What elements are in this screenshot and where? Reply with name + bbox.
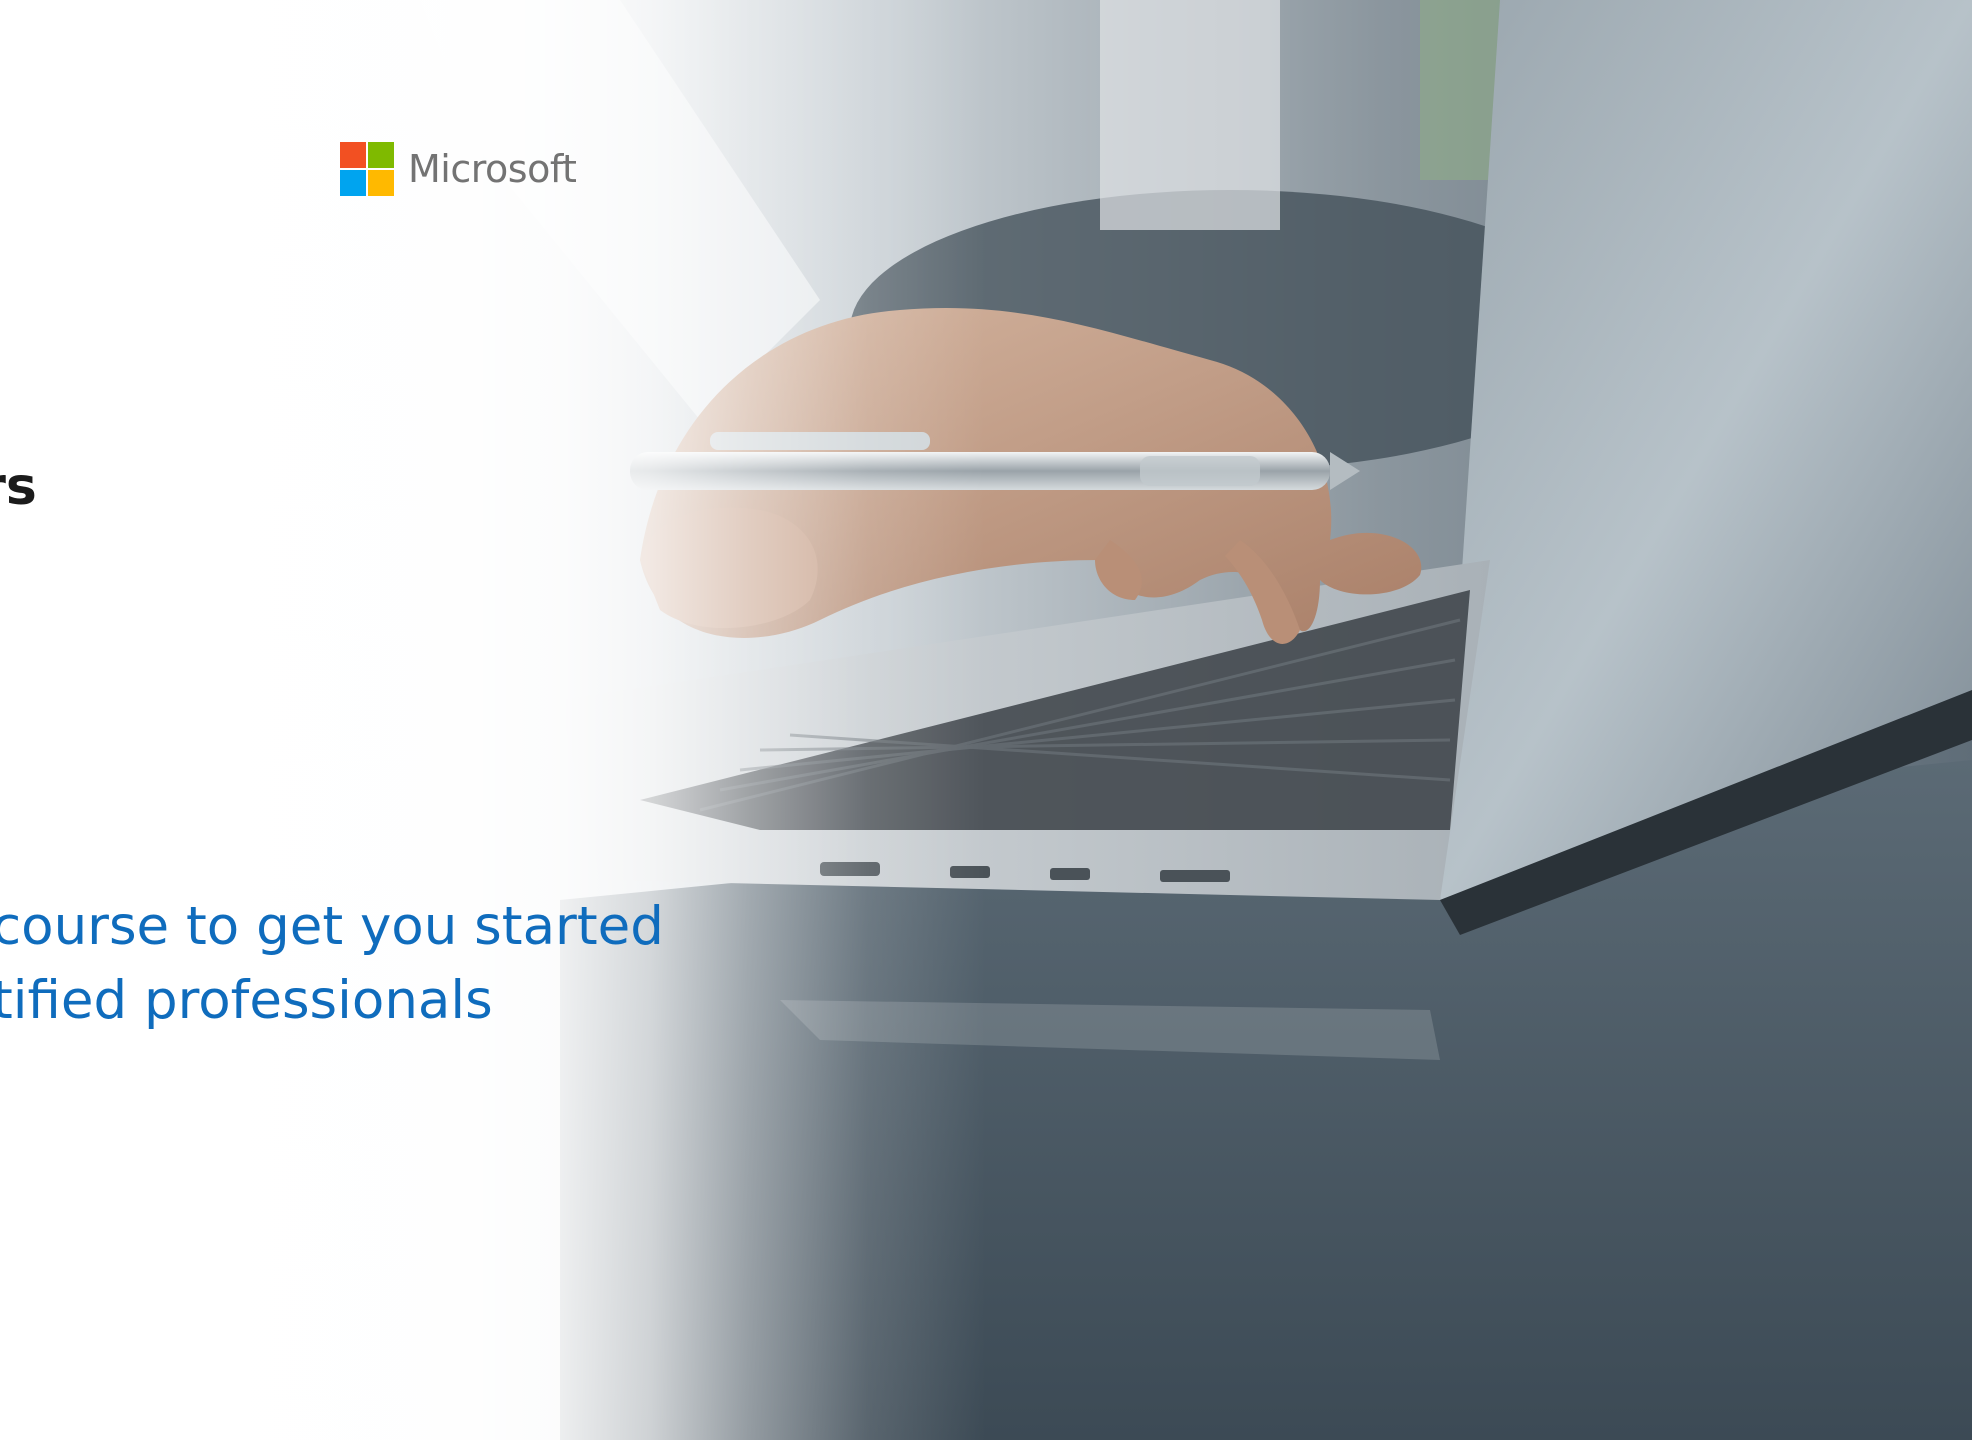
microsoft-windows-icon xyxy=(340,142,394,196)
microsoft-logo: Microsoft xyxy=(340,142,577,196)
logo-square-blue xyxy=(340,170,366,196)
subtitle-line-1: course to get you started xyxy=(0,896,664,957)
course-title: opers xyxy=(0,457,37,517)
laptop-photo-image xyxy=(0,0,1972,1440)
logo-square-green xyxy=(368,142,394,168)
background-photo xyxy=(0,0,1972,1440)
logo-square-red xyxy=(340,142,366,168)
logo-square-yellow xyxy=(368,170,394,196)
slide: Microsoft opers course to get you starte… xyxy=(0,0,1972,1440)
subtitle-line-2: tified professionals xyxy=(0,970,493,1031)
course-subtitle: course to get you started tified profess… xyxy=(0,890,664,1038)
microsoft-wordmark: Microsoft xyxy=(408,147,577,191)
